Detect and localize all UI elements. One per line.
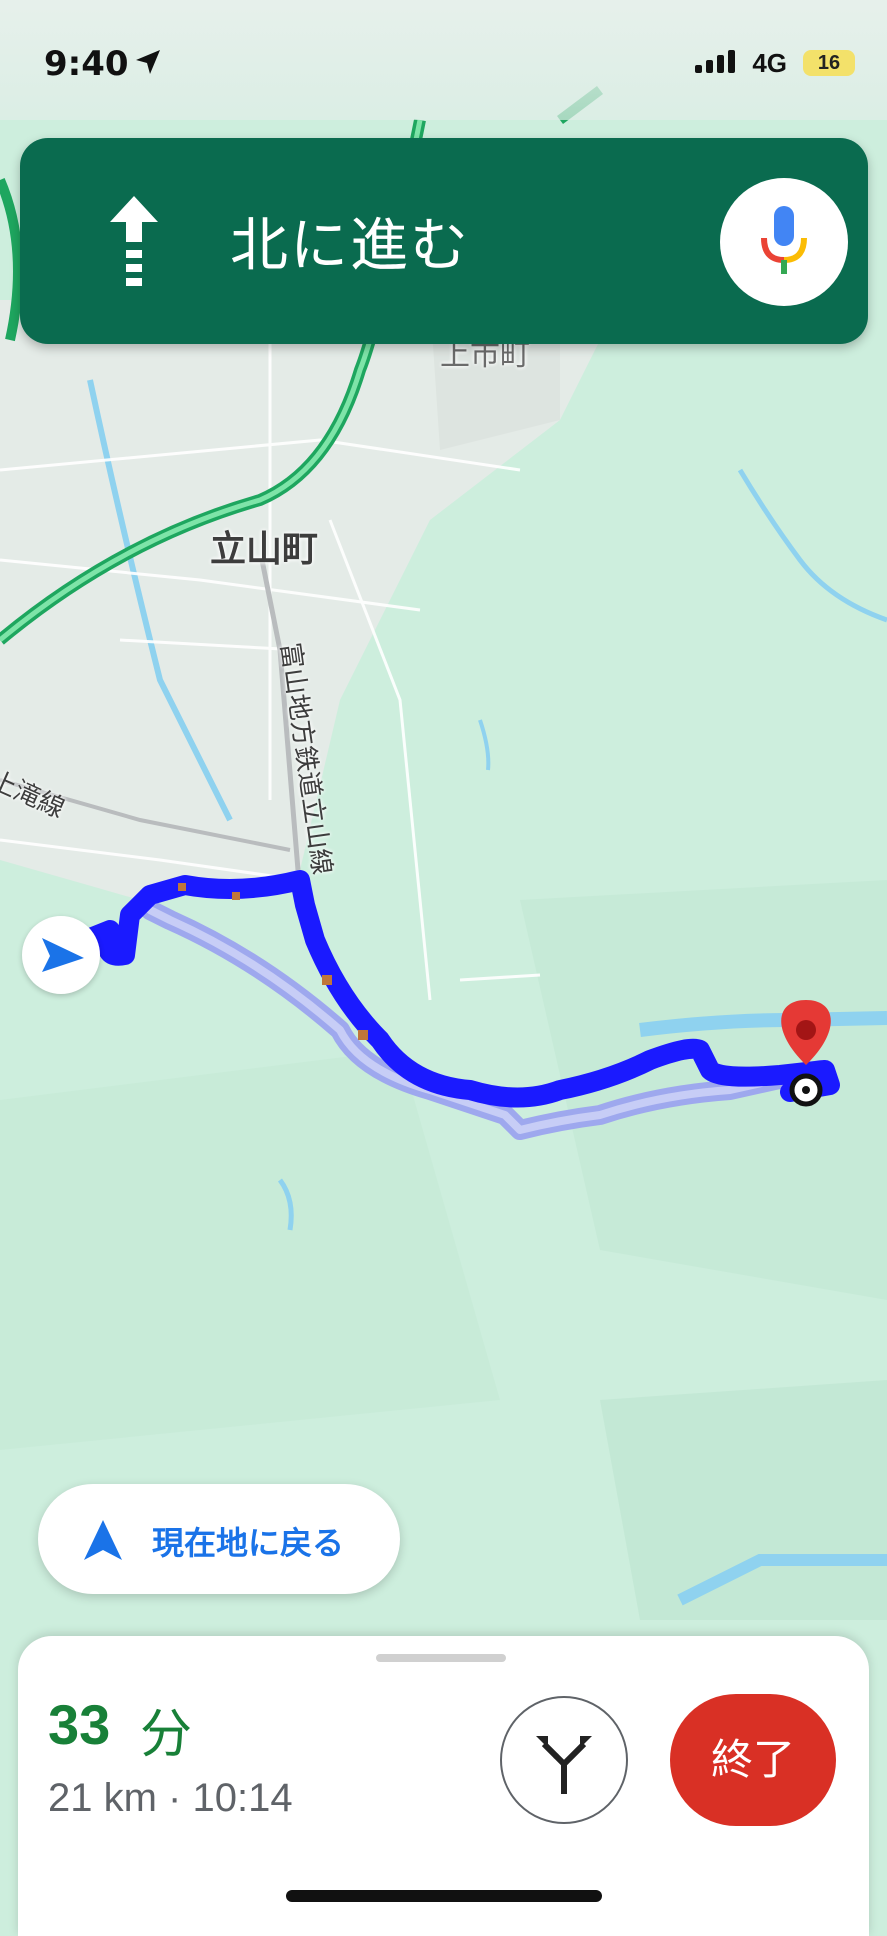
network-type: 4G bbox=[752, 48, 787, 78]
navigation-arrow-icon bbox=[42, 938, 84, 972]
home-indicator[interactable] bbox=[286, 1890, 602, 1902]
battery-indicator: 16 bbox=[803, 50, 855, 76]
location-services-icon bbox=[136, 50, 160, 74]
straight-arrow-icon bbox=[110, 196, 158, 286]
microphone-icon bbox=[761, 206, 807, 274]
cellular-signal-icon bbox=[695, 50, 735, 73]
turn-instruction: 北に進む bbox=[230, 211, 471, 279]
current-location-marker[interactable] bbox=[22, 916, 100, 994]
voice-search-button[interactable] bbox=[720, 178, 848, 306]
eta-minutes: 33 bbox=[48, 1693, 111, 1756]
sheet-drag-handle[interactable] bbox=[376, 1654, 506, 1662]
recenter-button[interactable]: 現在地に戻る bbox=[38, 1484, 400, 1594]
recenter-label: 現在地に戻る bbox=[152, 1524, 345, 1562]
alt-route-icon bbox=[536, 1736, 592, 1794]
trip-distance-arrival: 21 km · 10:14 bbox=[48, 1776, 293, 1820]
status-bar: 9:40 4G 16 bbox=[0, 0, 887, 120]
eta-unit: 分 bbox=[140, 1705, 193, 1765]
navigation-banner[interactable]: 北に進む bbox=[20, 138, 868, 344]
end-navigation-button[interactable]: 終了 bbox=[670, 1694, 836, 1826]
alternate-routes-button[interactable] bbox=[500, 1696, 628, 1824]
navigation-arrow-icon bbox=[84, 1520, 122, 1560]
status-time: 9:40 bbox=[44, 44, 129, 84]
map-label-town: 立山町 bbox=[210, 529, 319, 570]
